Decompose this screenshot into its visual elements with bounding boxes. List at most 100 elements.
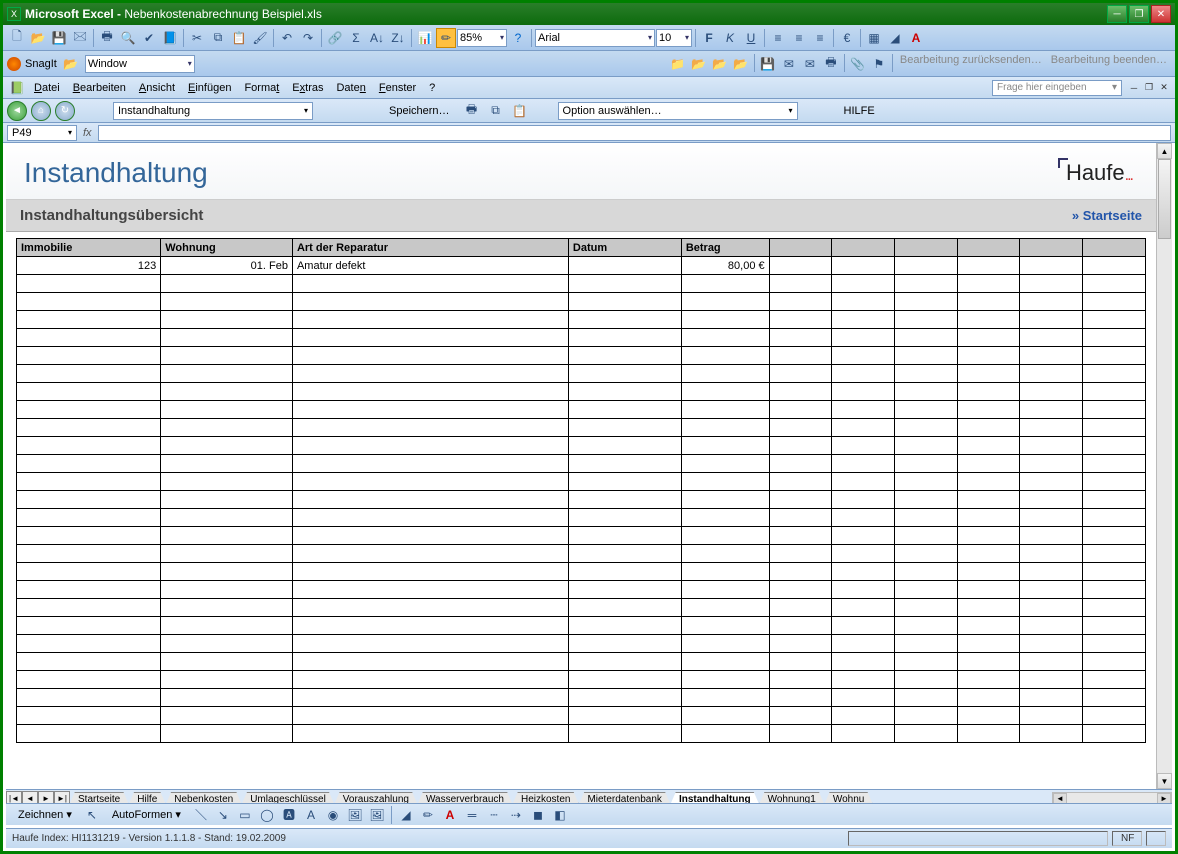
picture-icon[interactable]: 🖼 <box>367 805 387 825</box>
review-return-button[interactable]: Bearbeitung zurücksenden… <box>896 54 1046 74</box>
menu-daten[interactable]: Daten <box>330 80 371 96</box>
italic-icon[interactable]: K <box>720 28 740 48</box>
print-icon[interactable]: 🖶 <box>97 28 117 48</box>
currency-icon[interactable]: € <box>837 28 857 48</box>
menu-extras[interactable]: Extras <box>286 80 329 96</box>
menu-fenster[interactable]: Fenster <box>373 80 422 96</box>
mail2-icon[interactable]: ✉ <box>800 54 820 74</box>
font-combo[interactable]: Arial▾ <box>535 29 655 47</box>
line-icon[interactable]: ＼ <box>191 805 211 825</box>
section-combo[interactable]: Instandhaltung▾ <box>113 102 313 120</box>
folder2-icon[interactable]: 📂 <box>710 54 730 74</box>
font-color-icon[interactable]: A <box>906 28 926 48</box>
table-row[interactable]: 123 01. Feb Amatur defekt 80,00 € <box>17 257 1146 275</box>
scroll-thumb[interactable] <box>1158 159 1171 239</box>
menu-datei[interactable]: Datei <box>28 80 66 96</box>
maximize-button[interactable]: ❐ <box>1129 5 1149 23</box>
nav-home-button[interactable]: ⌂ <box>31 101 51 121</box>
hilfe-button[interactable]: HILFE <box>836 103 883 119</box>
help-search[interactable]: Frage hier eingeben▾ <box>992 80 1122 96</box>
arrowstyle-icon[interactable]: ⇢ <box>506 805 526 825</box>
preview-icon[interactable]: 🔍 <box>118 28 138 48</box>
save-button[interactable]: Speichern… <box>381 103 458 119</box>
folder3-icon[interactable]: 📂 <box>731 54 751 74</box>
spell-icon[interactable]: ✔ <box>139 28 159 48</box>
copy-icon[interactable]: ⧉ <box>208 28 228 48</box>
paste-icon[interactable]: 📋 <box>229 28 249 48</box>
underline-icon[interactable]: U <box>741 28 761 48</box>
shadow-icon[interactable]: ◼ <box>528 805 548 825</box>
formula-input[interactable] <box>98 125 1171 141</box>
mail-icon[interactable]: ✉ <box>779 54 799 74</box>
flag-icon[interactable]: ⚑ <box>869 54 889 74</box>
menu-ansicht[interactable]: Ansicht <box>133 80 181 96</box>
chart-icon[interactable]: 📊 <box>415 28 435 48</box>
hyperlink-icon[interactable]: 🔗 <box>325 28 345 48</box>
fill-color-icon[interactable]: ◢ <box>885 28 905 48</box>
mdi-minimize[interactable]: ─ <box>1127 81 1141 95</box>
fillcolor2-icon[interactable]: ◢ <box>396 805 416 825</box>
align-right-icon[interactable]: ≡ <box>810 28 830 48</box>
option-combo[interactable]: Option auswählen…▾ <box>558 102 798 120</box>
borders-icon[interactable]: ▦ <box>864 28 884 48</box>
folder-new-icon[interactable]: 📁 <box>668 54 688 74</box>
mdi-restore[interactable]: ❐ <box>1142 81 1156 95</box>
nav-back-button[interactable]: ◄ <box>7 101 27 121</box>
sort-asc-icon[interactable]: A↓ <box>367 28 387 48</box>
minimize-button[interactable]: ─ <box>1107 5 1127 23</box>
3d-icon[interactable]: ◧ <box>550 805 570 825</box>
review-end-button[interactable]: Bearbeitung beenden… <box>1047 54 1171 74</box>
format-painter-icon[interactable]: 🖌 <box>250 28 270 48</box>
align-center-icon[interactable]: ≡ <box>789 28 809 48</box>
wordart-icon[interactable]: A <box>301 805 321 825</box>
startseite-link[interactable]: » Startseite <box>1072 208 1142 223</box>
zoom-combo[interactable]: 85%▾ <box>457 29 507 47</box>
close-button[interactable]: ✕ <box>1151 5 1171 23</box>
sort-desc-icon[interactable]: Z↓ <box>388 28 408 48</box>
linestyle-icon[interactable]: ═ <box>462 805 482 825</box>
vertical-scrollbar[interactable]: ▲ ▼ <box>1156 143 1172 789</box>
menu-bearbeiten[interactable]: Bearbeiten <box>67 80 132 96</box>
fontsize-combo[interactable]: 10▾ <box>656 29 692 47</box>
bold-icon[interactable]: F <box>699 28 719 48</box>
snagit-open-icon[interactable]: 📂 <box>61 54 81 74</box>
drawing-icon[interactable]: ✏ <box>436 28 456 48</box>
snagit-window-combo[interactable]: Window▾ <box>85 55 195 73</box>
permission-icon[interactable]: 🖂 <box>70 28 90 48</box>
align-left-icon[interactable]: ≡ <box>768 28 788 48</box>
new-icon[interactable]: 🗋 <box>7 28 27 48</box>
print3-icon[interactable]: 🖶 <box>462 101 482 121</box>
mdi-close[interactable]: ✕ <box>1157 81 1171 95</box>
dashstyle-icon[interactable]: ┄ <box>484 805 504 825</box>
diagram-icon[interactable]: ◉ <box>323 805 343 825</box>
save2-icon[interactable]: 💾 <box>758 54 778 74</box>
rect-icon[interactable]: ▭ <box>235 805 255 825</box>
cut-icon[interactable]: ✂ <box>187 28 207 48</box>
nav-refresh-button[interactable]: ↻ <box>55 101 75 121</box>
paste2-icon[interactable]: 📋 <box>510 101 530 121</box>
menu-format[interactable]: Format <box>238 80 285 96</box>
clipart-icon[interactable]: 🖼 <box>345 805 365 825</box>
autoformen-menu[interactable]: AutoFormen ▾ <box>104 806 189 823</box>
folder-icon[interactable]: 📂 <box>689 54 709 74</box>
research-icon[interactable]: 📘 <box>160 28 180 48</box>
menu-einfuegen[interactable]: Einfügen <box>182 80 237 96</box>
fx-icon[interactable]: fx <box>83 127 92 139</box>
attach-icon[interactable]: 📎 <box>848 54 868 74</box>
linecolor-icon[interactable]: ✏ <box>418 805 438 825</box>
save-icon[interactable]: 💾 <box>49 28 69 48</box>
arrow-icon[interactable]: ↘ <box>213 805 233 825</box>
sum-icon[interactable]: Σ <box>346 28 366 48</box>
copy2-icon[interactable]: ⧉ <box>486 101 506 121</box>
fontcolor2-icon[interactable]: A <box>440 805 460 825</box>
redo-icon[interactable]: ↷ <box>298 28 318 48</box>
zeichnen-menu[interactable]: Zeichnen ▾ <box>10 806 80 823</box>
help-icon[interactable]: ? <box>508 28 528 48</box>
workbook-icon[interactable]: 📗 <box>7 78 27 98</box>
name-box[interactable]: P49▾ <box>7 125 77 141</box>
undo-icon[interactable]: ↶ <box>277 28 297 48</box>
scroll-up-icon[interactable]: ▲ <box>1157 143 1172 159</box>
scroll-down-icon[interactable]: ▼ <box>1157 773 1172 789</box>
oval-icon[interactable]: ◯ <box>257 805 277 825</box>
print2-icon[interactable]: 🖶 <box>821 54 841 74</box>
